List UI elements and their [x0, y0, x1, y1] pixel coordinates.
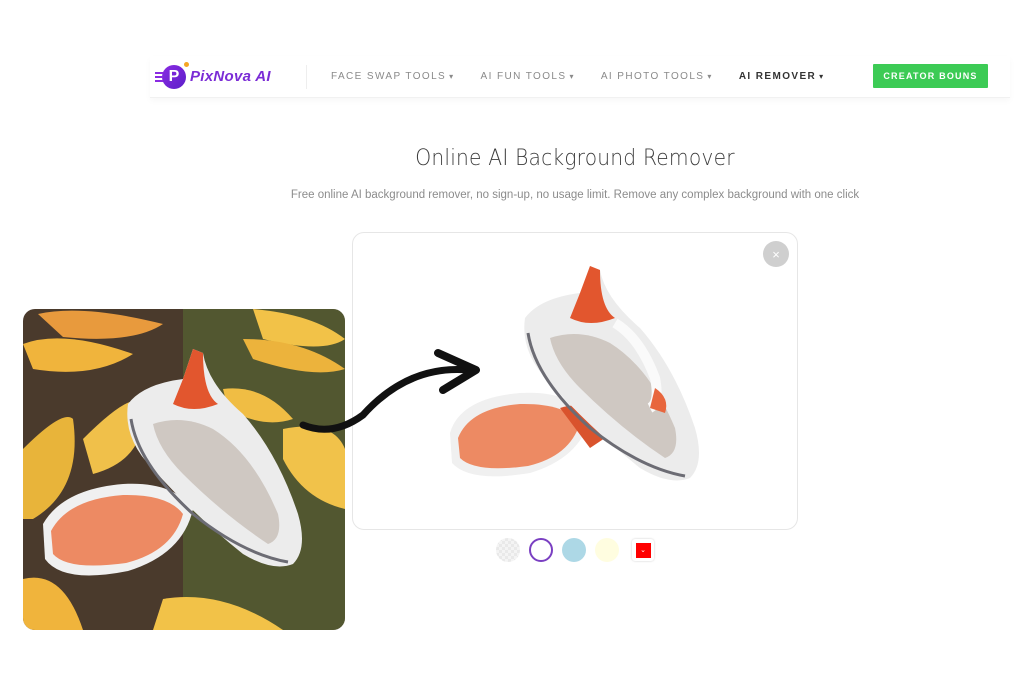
- page-title: Online AI Background Remover: [415, 146, 735, 171]
- swatch-light-blue[interactable]: [562, 538, 586, 562]
- nav-label: AI FUN TOOLS: [480, 71, 567, 82]
- nav-ai-photo-tools[interactable]: AI PHOTO TOOLS ▾: [601, 71, 713, 82]
- nav-face-swap-tools[interactable]: FACE SWAP TOOLS ▾: [331, 71, 455, 82]
- nav-ai-fun-tools[interactable]: AI FUN TOOLS ▾: [481, 71, 575, 82]
- chevron-down-icon: ▾: [449, 72, 455, 81]
- chevron-down-icon: ▾: [707, 72, 713, 81]
- nav-label: FACE SWAP TOOLS: [331, 71, 447, 82]
- swatch-white-selected[interactable]: [529, 538, 553, 562]
- original-photo-image: [23, 309, 345, 630]
- brand-name: PixNova AI: [190, 68, 271, 85]
- curved-arrow-icon: [299, 349, 480, 433]
- original-photo: [23, 309, 345, 630]
- nav-label: AI PHOTO TOOLS: [600, 71, 705, 82]
- brand-logo[interactable]: P PixNova AI: [155, 61, 292, 93]
- chevron-down-icon: ▾: [569, 72, 575, 81]
- custom-color-picker[interactable]: ⌄: [632, 539, 654, 561]
- nav-ai-remover[interactable]: AI REMOVER ▾: [739, 71, 825, 82]
- nav-divider: [306, 64, 307, 89]
- logo-badge-icon: P: [155, 61, 189, 89]
- chevron-down-icon: ▾: [819, 72, 825, 81]
- swatch-light-yellow[interactable]: [595, 538, 619, 562]
- top-navbar: P PixNova AI FACE SWAP TOOLS ▾ AI FUN TOO…: [150, 56, 1010, 98]
- swatch-transparent[interactable]: [496, 538, 520, 562]
- page-subtitle: Free online AI background remover, no si…: [290, 189, 860, 201]
- background-color-options: ⌄: [496, 538, 654, 562]
- close-icon[interactable]: ×: [763, 241, 789, 267]
- chevron-down-icon: ⌄: [635, 542, 651, 558]
- creator-bonus-button[interactable]: CREATOR BOUNS: [873, 64, 988, 88]
- nav-label: AI REMOVER: [738, 71, 817, 82]
